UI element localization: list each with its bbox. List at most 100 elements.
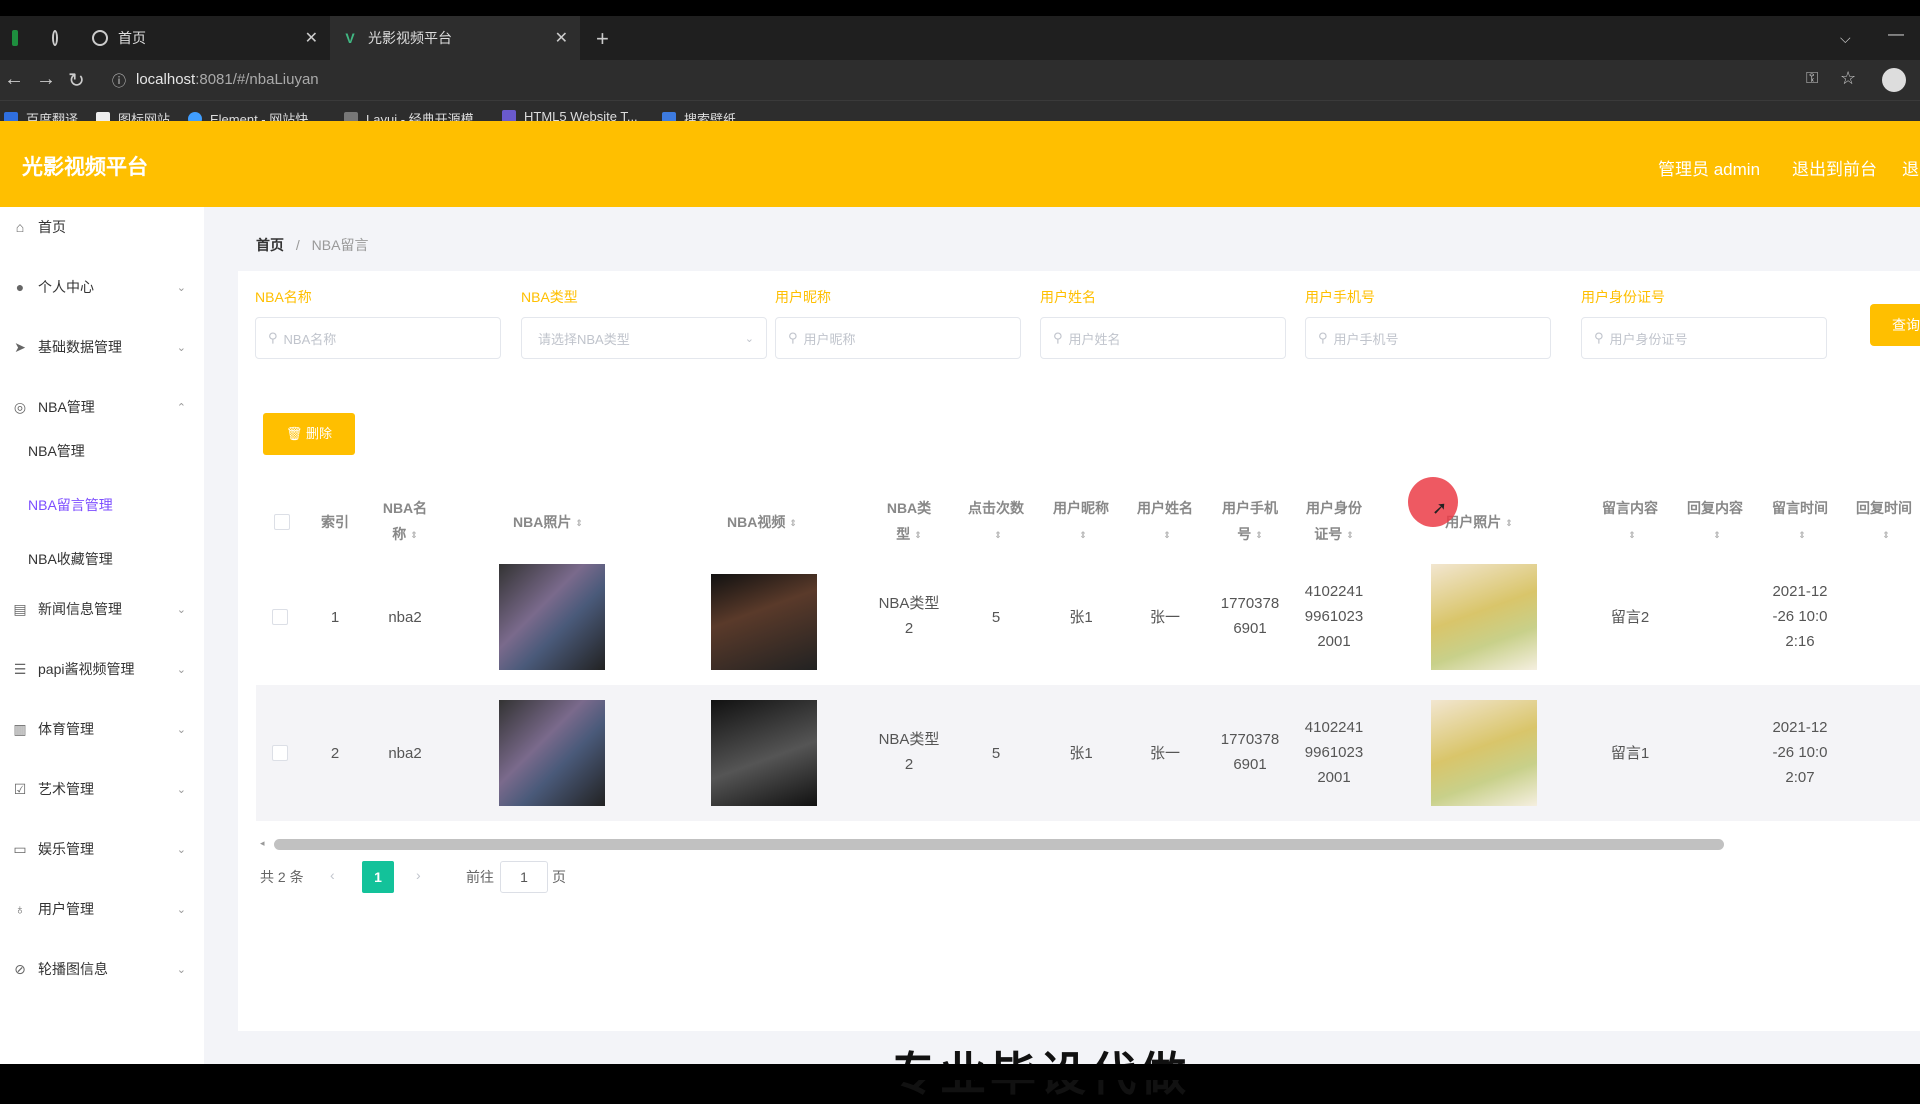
sort-icon[interactable]: ⇕ (1079, 522, 1087, 548)
cell-time: 2021-12 -26 10:0 2:07 (1772, 719, 1828, 786)
nba-video-thumbnail[interactable] (711, 574, 817, 670)
nba-name-input[interactable]: ⚲ NBA名称 (255, 317, 501, 359)
info-icon[interactable]: ⓘ (112, 71, 126, 91)
tab-platform[interactable]: V 光影视频平台 ✕ (330, 16, 580, 60)
sort-icon[interactable]: ⇕ (1798, 522, 1806, 548)
sort-icon[interactable]: ⇕ (1713, 522, 1721, 548)
check-icon: ☑ (13, 781, 27, 797)
profile-avatar[interactable] (1882, 68, 1906, 92)
chevron-up-icon: ⌃ (176, 401, 186, 414)
cell-realname: 张一 (1149, 745, 1180, 762)
minimize-icon[interactable]: — (1888, 26, 1904, 44)
prev-page-icon[interactable]: ‹ (330, 867, 335, 883)
header-idcard[interactable]: 用户身份 证号 ⇕ (1296, 495, 1372, 548)
nba-photo-thumbnail[interactable] (499, 700, 605, 806)
sort-icon[interactable]: ⇕ (789, 510, 797, 536)
sidebar-item-entertainment[interactable]: ▭ 娱乐管理 ⌄ (0, 829, 204, 869)
sidebar-item-basic-data[interactable]: ➤ 基础数据管理 ⌄ (0, 327, 204, 367)
sort-icon[interactable]: ⇕ (1346, 522, 1354, 548)
realname-input[interactable]: ⚲ 用户姓名 (1040, 317, 1286, 359)
sheet-app-icon[interactable] (0, 16, 40, 60)
goto-label: 前往 (466, 869, 494, 885)
user-icon: ● (15, 279, 25, 295)
tab-home[interactable]: 首页 ✕ (80, 16, 330, 60)
new-tab-icon[interactable]: + (596, 26, 609, 52)
reload-icon[interactable]: ↻ (68, 68, 85, 93)
sidebar-item-nba[interactable]: ◎ NBA管理 ⌃ (0, 387, 204, 427)
header-content[interactable]: 留言内容 ⇕ (1592, 495, 1668, 548)
breadcrumb-home[interactable]: 首页 (256, 237, 284, 253)
nba-photo-thumbnail[interactable] (499, 564, 605, 670)
select-all-checkbox[interactable] (274, 514, 290, 530)
chevron-down-icon[interactable]: ⌵ (1840, 30, 1851, 47)
header-realname[interactable]: 用户姓名 ⇕ (1127, 495, 1203, 548)
cell-name: nba2 (388, 745, 422, 762)
nba-video-thumbnail[interactable] (711, 700, 817, 806)
table-row[interactable]: 2 nba2 NBA类型 2 5 张1 张一 1770378 6901 410224… (256, 685, 1920, 821)
page-number-button[interactable]: 1 (362, 861, 394, 893)
delete-button[interactable]: 🗑 删除 (263, 413, 355, 455)
chevron-down-icon: ⌄ (176, 723, 186, 736)
header-nba-name[interactable]: NBA名称 ⇕ (370, 495, 440, 548)
header-clicks[interactable]: 点击次数 ⇕ (958, 495, 1034, 548)
header-nba-type[interactable]: NBA类型 ⇕ (874, 495, 944, 548)
header-reply[interactable]: 回复内容 ⇕ (1677, 495, 1753, 548)
sidebar-sub-nba-message[interactable]: NBA留言管理 (28, 495, 113, 515)
sidebar-item-papi[interactable]: ☰ papi酱视频管理 ⌄ (0, 649, 204, 689)
header-nickname[interactable]: 用户昵称 ⇕ (1043, 495, 1119, 548)
star-icon[interactable]: ☆ (1840, 68, 1856, 89)
sort-icon[interactable]: ⇕ (1882, 522, 1890, 548)
nickname-input[interactable]: ⚲ 用户昵称 (775, 317, 1021, 359)
sort-icon[interactable]: ⇕ (1505, 510, 1513, 536)
sidebar-item-personal[interactable]: ● 个人中心 ⌄ (0, 267, 204, 307)
browser-tab-bar: 首页 ✕ V 光影视频平台 ✕ + ⌵ — (0, 16, 1920, 60)
sort-icon[interactable]: ⇕ (410, 522, 418, 548)
query-button[interactable]: 查询 (1870, 304, 1920, 346)
next-page-icon[interactable]: › (416, 867, 421, 883)
sidebar-sub-nba[interactable]: NBA管理 (28, 441, 85, 461)
sidebar-sub-nba-favorite[interactable]: NBA收藏管理 (28, 549, 113, 569)
user-photo-thumbnail[interactable] (1431, 700, 1537, 806)
sort-icon[interactable]: ⇕ (1163, 522, 1171, 548)
sort-icon[interactable]: ⇕ (1628, 522, 1636, 548)
globe-icon (92, 30, 108, 46)
row-checkbox[interactable] (272, 609, 288, 625)
scroll-left-arrow-icon[interactable]: ◂ (260, 838, 265, 849)
header-nba-photo[interactable]: NBA照片 ⇕ (488, 509, 608, 536)
logout-link[interactable]: 退 (1902, 155, 1919, 180)
table-horizontal-scrollbar[interactable]: ◂ (256, 838, 1920, 852)
close-icon[interactable]: ✕ (305, 28, 318, 48)
scrollbar-thumb[interactable] (274, 839, 1724, 850)
phone-input[interactable]: ⚲ 用户手机号 (1305, 317, 1551, 359)
globe-icon[interactable] (40, 16, 80, 60)
idcard-input[interactable]: ⚲ 用户身份证号 (1581, 317, 1827, 359)
sidebar-item-users[interactable]: ♁ 用户管理 ⌄ (0, 889, 204, 929)
header-index: 索引 (321, 514, 349, 530)
url-field[interactable]: localhost:8081/#/nbaLiuyan (136, 66, 319, 94)
back-icon[interactable]: ← (4, 68, 24, 91)
forward-icon[interactable]: → (36, 68, 56, 91)
header-phone[interactable]: 用户手机号 ⇕ (1212, 495, 1288, 548)
filter-label-realname: 用户姓名 (1040, 289, 1096, 305)
user-photo-thumbnail[interactable] (1431, 564, 1537, 670)
header-reply-time[interactable]: 回复时间 ⇕ (1846, 495, 1920, 548)
sort-icon[interactable]: ⇕ (994, 522, 1002, 548)
header-time[interactable]: 留言时间 ⇕ (1762, 495, 1838, 548)
goto-page-input[interactable]: 1 (500, 861, 548, 893)
sidebar-item-art[interactable]: ☑ 艺术管理 ⌄ (0, 769, 204, 809)
nba-type-select[interactable]: 请选择NBA类型 ⌄ (521, 317, 767, 359)
sidebar-item-news[interactable]: ▤ 新闻信息管理 ⌄ (0, 589, 204, 629)
sort-icon[interactable]: ⇕ (914, 522, 922, 548)
row-checkbox[interactable] (272, 745, 288, 761)
key-icon[interactable]: ⚿ (1806, 70, 1818, 88)
sort-icon[interactable]: ⇕ (1255, 522, 1263, 548)
sort-icon[interactable]: ⇕ (575, 510, 583, 536)
sidebar-item-home[interactable]: ⌂ 首页 (0, 207, 204, 247)
sidebar-item-carousel[interactable]: ⊘ 轮播图信息 ⌄ (0, 949, 204, 989)
table-row[interactable]: 1 nba2 NBA类型 2 5 张1 张一 1770378 6901 410224… (256, 549, 1920, 685)
front-link[interactable]: 退出到前台 (1792, 155, 1877, 180)
list-icon: ☰ (13, 661, 27, 677)
sidebar-item-sports[interactable]: ▥ 体育管理 ⌄ (0, 709, 204, 749)
header-nba-video[interactable]: NBA视频 ⇕ (702, 509, 822, 536)
close-icon[interactable]: ✕ (555, 28, 568, 48)
